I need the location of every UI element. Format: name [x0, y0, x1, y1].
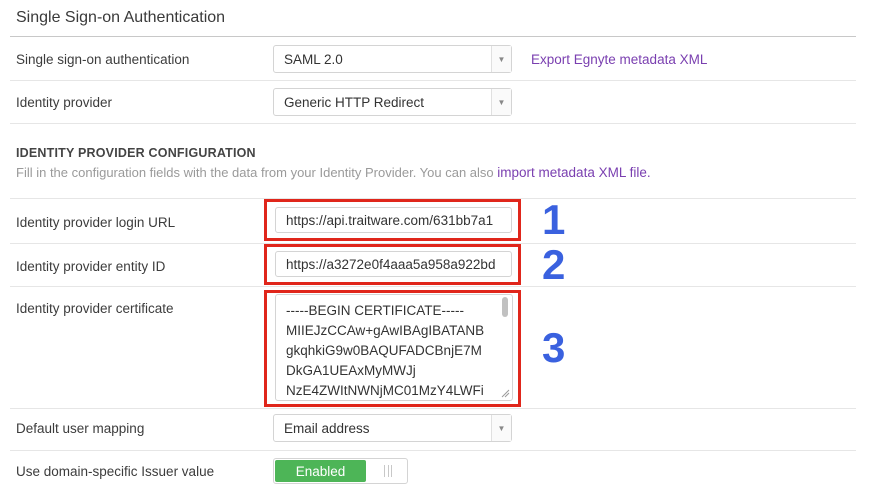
certificate-text: -----BEGIN CERTIFICATE----- MIIEJzCCAw+g… — [286, 301, 496, 400]
config-heading: IDENTITY PROVIDER CONFIGURATION — [16, 146, 256, 160]
chevron-down-icon: ▼ — [491, 46, 511, 72]
export-metadata-link[interactable]: Export Egnyte metadata XML — [531, 52, 707, 67]
title-divider — [10, 36, 856, 37]
certificate-line: gkqhkiG9w0BAQUFADCBnjE7M — [286, 343, 482, 358]
import-metadata-link[interactable]: import metadata XML file. — [497, 165, 650, 180]
toggle-enabled-label: Enabled — [275, 460, 366, 482]
login-url-input[interactable] — [275, 207, 512, 233]
entity-id-input[interactable] — [275, 251, 512, 277]
identity-provider-label: Identity provider — [16, 95, 113, 110]
row-divider — [10, 80, 856, 81]
issuer-toggle[interactable]: Enabled — [273, 458, 408, 484]
certificate-line: NzE4ZWItNWNjMC01MzY4LWFi — [286, 383, 484, 398]
config-description-text: Fill in the configuration fields with th… — [16, 165, 498, 180]
sso-label: Single sign-on authentication — [16, 52, 190, 67]
row-divider — [10, 450, 856, 451]
entity-id-label: Identity provider entity ID — [16, 259, 166, 274]
user-mapping-label: Default user mapping — [16, 421, 145, 436]
row-divider — [10, 286, 856, 287]
section-title: Single Sign-on Authentication — [16, 9, 226, 26]
identity-provider-select[interactable]: Generic HTTP Redirect ▼ — [273, 88, 512, 116]
callout-number-3: 3 — [542, 324, 566, 371]
certificate-textarea[interactable]: -----BEGIN CERTIFICATE----- MIIEJzCCAw+g… — [275, 294, 513, 401]
config-description: Fill in the configuration fields with th… — [16, 165, 651, 180]
identity-provider-select-value: Generic HTTP Redirect — [284, 95, 425, 110]
certificate-label: Identity provider certificate — [16, 301, 174, 316]
user-mapping-select-value: Email address — [284, 421, 370, 436]
sso-select-value: SAML 2.0 — [284, 52, 343, 67]
sso-select[interactable]: SAML 2.0 ▼ — [273, 45, 512, 73]
grip-icon — [384, 465, 392, 477]
chevron-down-icon: ▼ — [491, 89, 511, 115]
row-divider — [10, 408, 856, 409]
issuer-label: Use domain-specific Issuer value — [16, 464, 215, 479]
chevron-down-icon: ▼ — [491, 415, 511, 441]
user-mapping-select[interactable]: Email address ▼ — [273, 414, 512, 442]
callout-number-1: 1 — [542, 196, 566, 243]
callout-number-2: 2 — [542, 241, 566, 288]
certificate-scrollbar[interactable] — [500, 297, 510, 398]
certificate-line: DkGA1UEAxMyMWJj — [286, 363, 416, 378]
certificate-line: MIIEJzCCAw+gAwIBAgIBATANB — [286, 323, 485, 338]
row-divider — [10, 123, 856, 124]
login-url-label: Identity provider login URL — [16, 215, 176, 230]
resize-handle-icon[interactable] — [501, 389, 510, 398]
scrollbar-thumb[interactable] — [502, 297, 508, 317]
certificate-line: -----BEGIN CERTIFICATE----- — [286, 303, 464, 318]
